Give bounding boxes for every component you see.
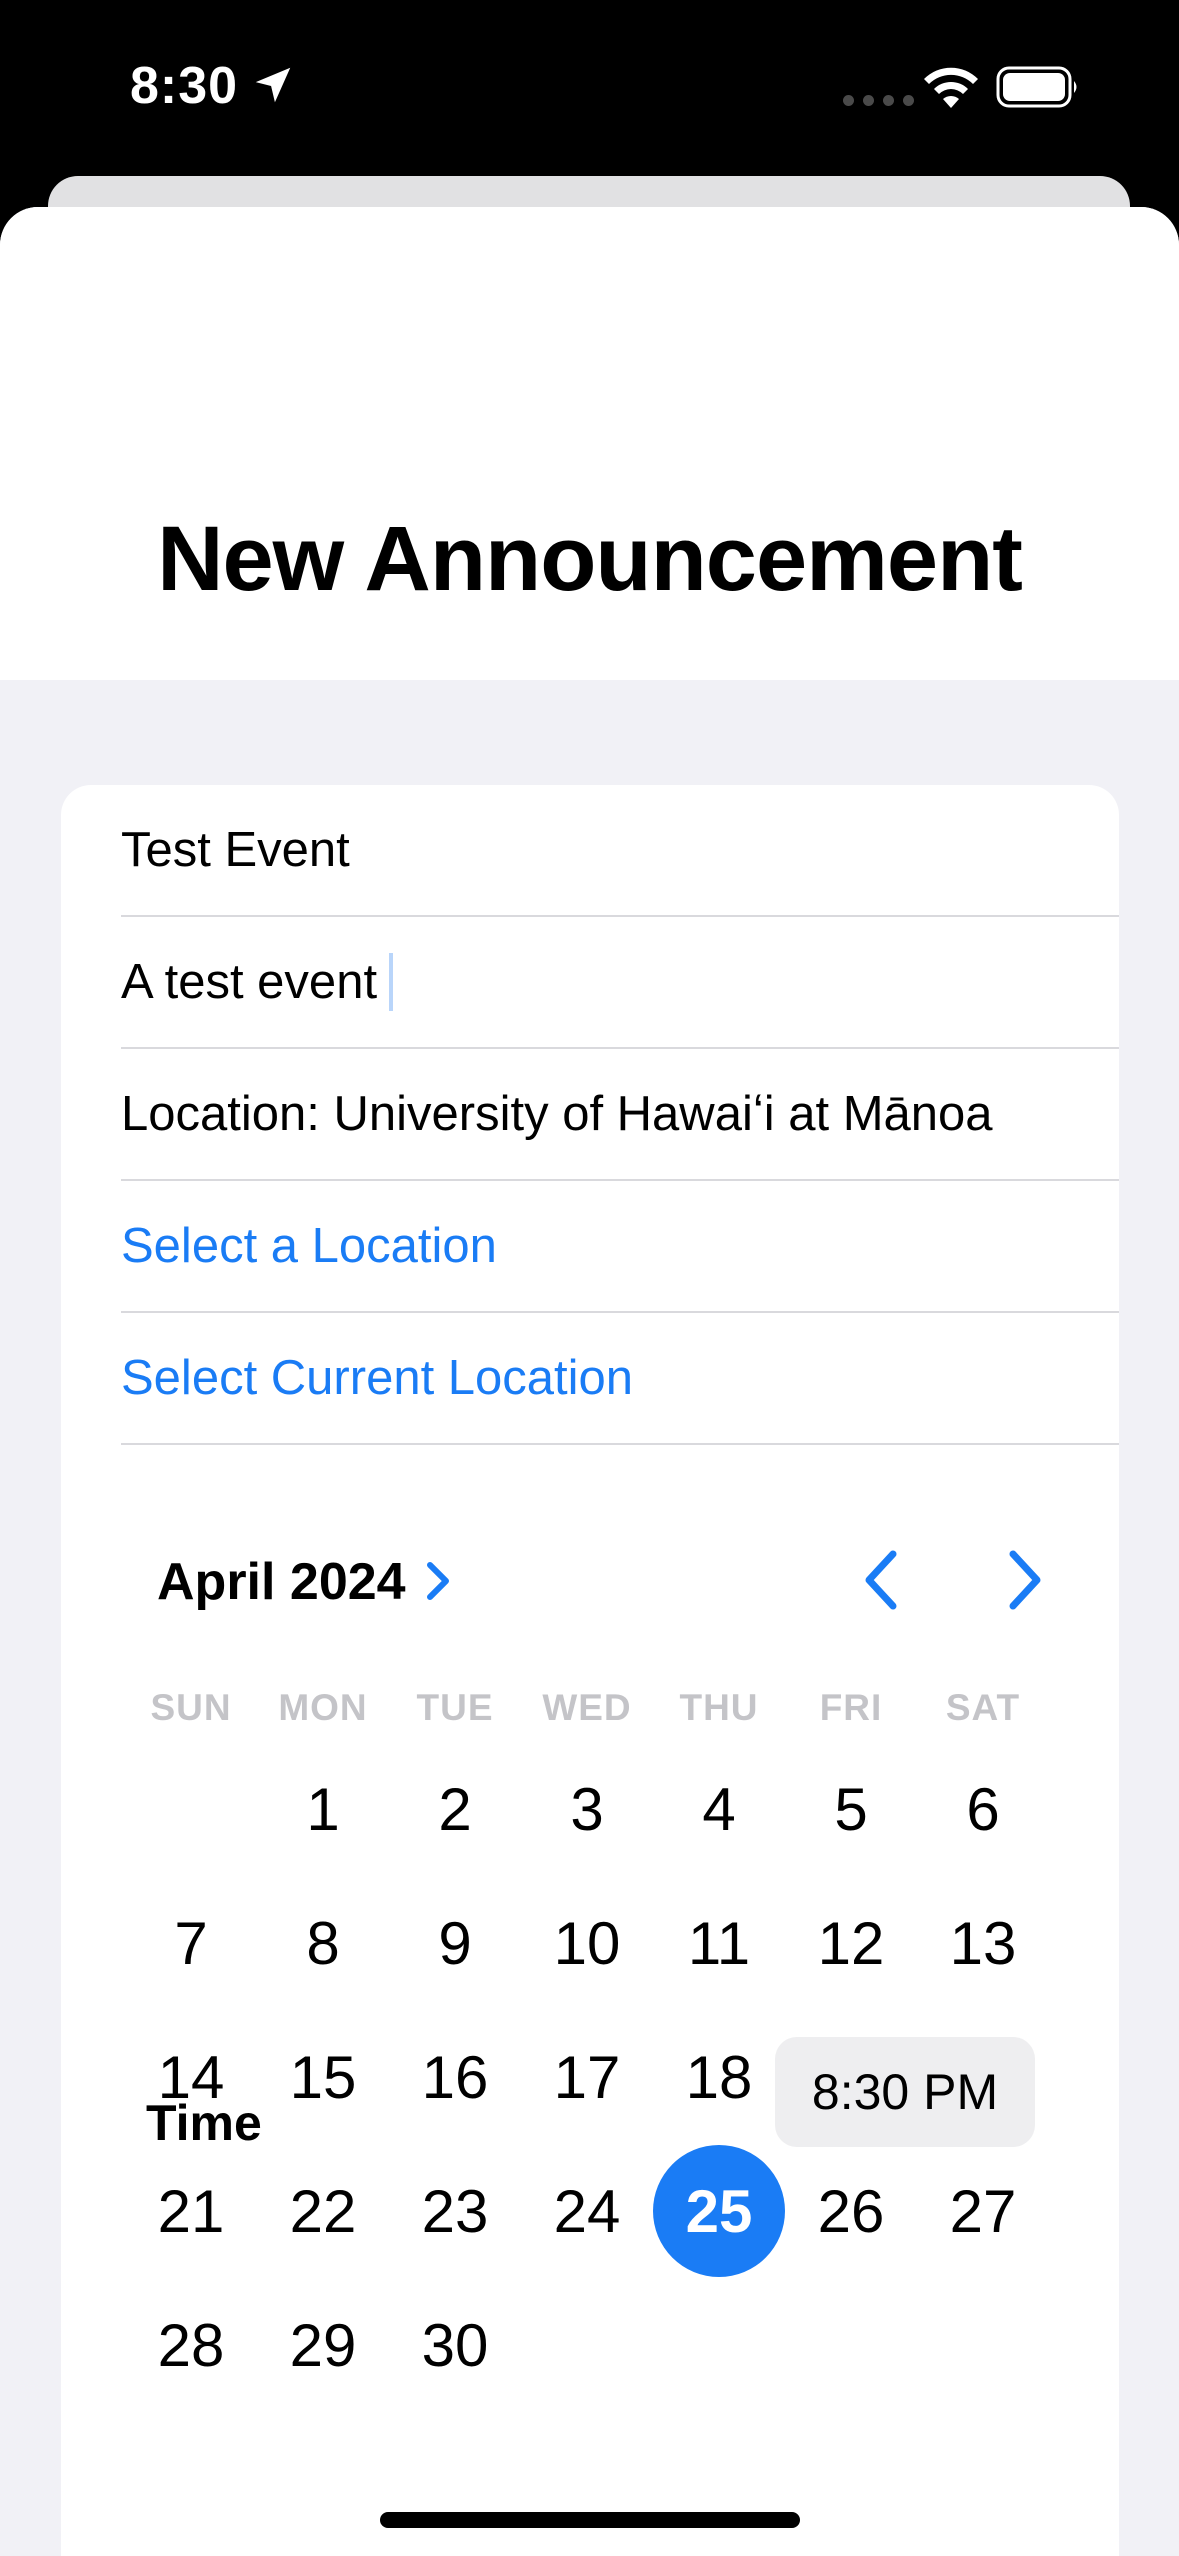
time-picker-button[interactable]: 8:30 PM [775, 2037, 1035, 2147]
calendar-day-number: 6 [966, 1775, 1000, 1843]
calendar-day[interactable]: 24 [521, 2144, 653, 2278]
calendar-day-number: 2 [438, 1775, 472, 1843]
weekday-label: FRI [819, 1687, 883, 1728]
select-current-location-button[interactable]: Select Current Location [121, 1313, 1119, 1445]
calendar-day-number: 24 [553, 2177, 621, 2245]
calendar-day[interactable]: 18 [653, 2010, 785, 2144]
calendar-day-number: 1 [306, 1775, 340, 1843]
calendar-day[interactable]: 9 [389, 1876, 521, 2010]
weekday-label: TUE [416, 1687, 494, 1728]
calendar-day[interactable]: 17 [521, 2010, 653, 2144]
calendar-day[interactable]: 27 [917, 2144, 1049, 2278]
calendar-day[interactable]: 6 [917, 1742, 1049, 1876]
status-bar: 8:30 [0, 0, 1179, 175]
weekday-label: THU [679, 1687, 759, 1728]
calendar-day-number: 3 [570, 1775, 604, 1843]
calendar-day-number: 28 [157, 2311, 225, 2379]
event-title-field[interactable]: Test Event [121, 785, 1119, 917]
calendar-day-number: 13 [949, 1909, 1017, 1977]
calendar-day-selected[interactable]: 25 [653, 2144, 785, 2278]
calendar-day-number: 4 [702, 1775, 736, 1843]
time-label: Time [146, 2095, 262, 2151]
calendar-day-number: 9 [438, 1909, 472, 1977]
calendar-day-number: 5 [834, 1775, 868, 1843]
calendar-day[interactable]: 8 [257, 1876, 389, 2010]
status-time: 8:30 [130, 57, 239, 115]
select-current-location-label: Select Current Location [121, 1351, 634, 1405]
calendar-day[interactable]: 26 [785, 2144, 917, 2278]
page-title: New Announcement [157, 508, 1023, 610]
calendar-day-number: 7 [174, 1909, 208, 1977]
calendar-day[interactable]: 5 [785, 1742, 917, 1876]
battery-icon [996, 66, 1077, 108]
calendar-day-number: 16 [421, 2043, 489, 2111]
calendar-day-number: 21 [157, 2177, 225, 2245]
calendar-day-number: 30 [421, 2311, 489, 2379]
calendar-day[interactable]: 30 [389, 2278, 521, 2412]
calendar-day[interactable]: 2 [389, 1742, 521, 1876]
weekday-header: SUN MON TUE WED THU FRI SAT [125, 1687, 1049, 1737]
calendar-day-number: 22 [289, 2177, 357, 2245]
calendar-day-number: 18 [685, 2043, 753, 2111]
calendar-day[interactable]: 12 [785, 1876, 917, 2010]
text-cursor [389, 953, 394, 1011]
calendar-blank-cell [125, 1742, 257, 1876]
calendar-day[interactable]: 3 [521, 1742, 653, 1876]
select-location-button[interactable]: Select a Location [121, 1181, 1119, 1313]
calendar-day[interactable]: 7 [125, 1876, 257, 2010]
select-location-label: Select a Location [121, 1219, 497, 1273]
calendar-day[interactable]: 21 [125, 2144, 257, 2278]
calendar-day[interactable]: 15 [257, 2010, 389, 2144]
calendar-day-number: 12 [817, 1909, 885, 1977]
calendar-day[interactable]: 23 [389, 2144, 521, 2278]
calendar-day-number: 17 [553, 2043, 621, 2111]
calendar-day-number: 11 [687, 1909, 751, 1977]
weekday-label: SUN [150, 1687, 232, 1728]
calendar-day[interactable]: 11 [653, 1876, 785, 2010]
sheet-header: New Announcement [0, 207, 1179, 680]
calendar-day-number: 8 [306, 1909, 340, 1977]
calendar-day[interactable]: 16 [389, 2010, 521, 2144]
calendar-day[interactable]: 28 [125, 2278, 257, 2412]
next-month-button[interactable] [991, 1540, 1055, 1620]
calendar-day[interactable]: 4 [653, 1742, 785, 1876]
calendar-day-number: 27 [949, 2177, 1017, 2245]
previous-month-button[interactable] [851, 1540, 915, 1620]
event-description-field[interactable]: A test event [121, 917, 1119, 1049]
calendar-day-number: 26 [817, 2177, 885, 2245]
location-text: Location: University of Hawaiʻi at Mānoa [121, 1087, 993, 1141]
calendar-day-number: 23 [421, 2177, 489, 2245]
time-value: 8:30 PM [811, 2064, 999, 2120]
weekday-label: MON [278, 1687, 368, 1728]
location-arrow-icon [255, 67, 291, 103]
chevron-right-icon[interactable] [422, 1559, 454, 1603]
calendar-day[interactable]: 29 [257, 2278, 389, 2412]
weekday-label: WED [542, 1687, 632, 1728]
calendar-day[interactable]: 1 [257, 1742, 389, 1876]
calendar-day-number: 25 [653, 2145, 785, 2277]
home-indicator [380, 2512, 800, 2528]
calendar-day[interactable]: 22 [257, 2144, 389, 2278]
event-description-value: A test event [121, 955, 378, 1009]
location-display: Location: University of Hawaiʻi at Mānoa [121, 1049, 1119, 1181]
month-year-button[interactable]: April 2024 [157, 1552, 406, 1612]
calendar-day-number: 10 [553, 1909, 621, 1977]
calendar-day[interactable]: 10 [521, 1876, 653, 2010]
calendar-day-number: 29 [289, 2311, 357, 2379]
calendar-day-number: 15 [289, 2043, 357, 2111]
calendar-day[interactable]: 13 [917, 1876, 1049, 2010]
wifi-icon [924, 67, 978, 108]
cellular-dots-icon [843, 95, 914, 106]
weekday-label: SAT [945, 1687, 1021, 1728]
event-title-value: Test Event [121, 823, 350, 877]
announcement-sheet: New Announcement Test Event A test event… [0, 207, 1179, 2556]
